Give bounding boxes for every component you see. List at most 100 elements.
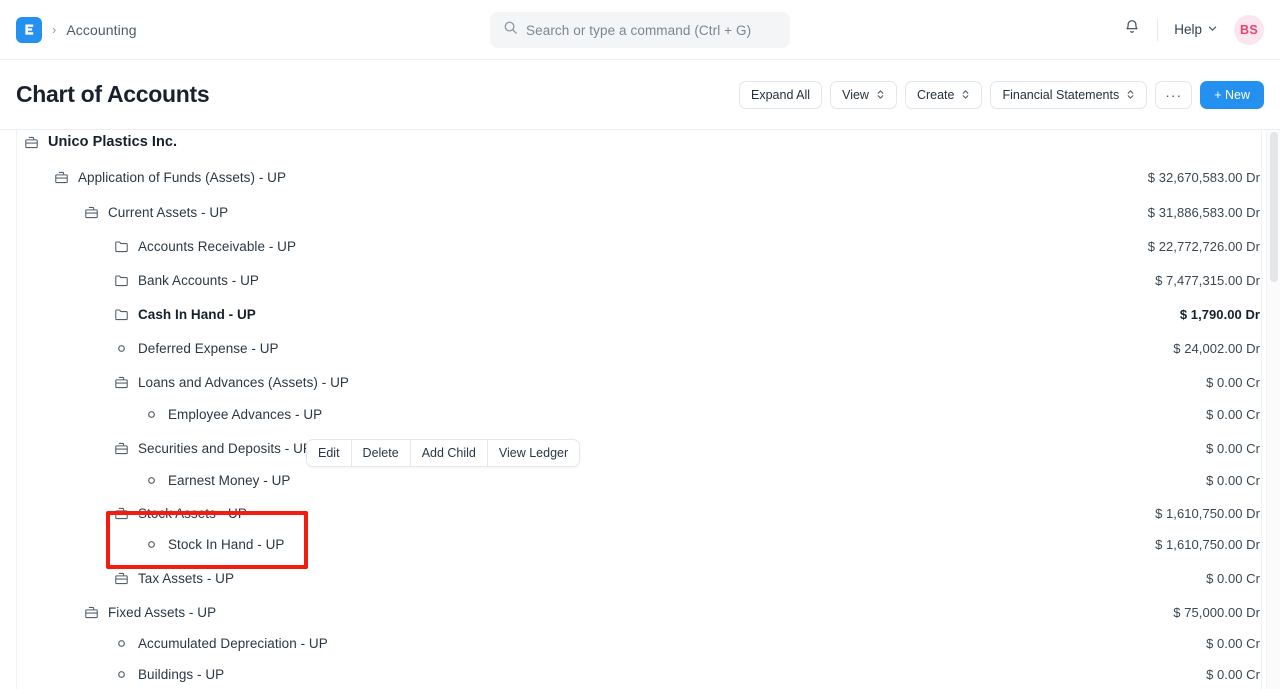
tree-row[interactable]: Tax Assets - UP $ 0.00 Cr xyxy=(16,563,1262,593)
erpnext-logo-icon[interactable] xyxy=(16,17,42,43)
folder-open-icon[interactable] xyxy=(84,205,99,220)
global-search[interactable]: Search or type a command (Ctrl + G) xyxy=(490,12,790,48)
tree-node-label: Employee Advances - UP xyxy=(168,407,322,422)
tree-node[interactable]: Stock Assets - UP xyxy=(112,504,251,523)
tree-node[interactable]: Application of Funds (Assets) - UP xyxy=(52,168,290,187)
folder-open-icon[interactable] xyxy=(114,375,129,390)
tree-node-balance: $ 0.00 Cr xyxy=(1206,667,1260,682)
leaf-circle-icon[interactable] xyxy=(114,667,129,682)
breadcrumb-separator-icon: › xyxy=(50,22,58,37)
tree-row[interactable]: Securities and Deposits - UP $ 0.00 Cr xyxy=(16,433,1262,463)
folder-closed-icon[interactable] xyxy=(114,307,129,322)
tree-row[interactable]: Deferred Expense - UP $ 24,002.00 Dr xyxy=(16,333,1262,363)
search-input[interactable]: Search or type a command (Ctrl + G) xyxy=(490,12,790,48)
new-button[interactable]: + New xyxy=(1200,81,1264,109)
tree-row[interactable]: Accumulated Depreciation - UP$ 0.00 Cr xyxy=(16,628,1262,658)
leaf-circle-icon[interactable] xyxy=(144,407,159,422)
notifications-button[interactable] xyxy=(1115,13,1149,47)
top-navbar: › Accounting Search or type a command (C… xyxy=(0,0,1280,60)
create-label: Create xyxy=(917,88,955,102)
create-button[interactable]: Create xyxy=(905,81,983,109)
help-menu-button[interactable]: Help xyxy=(1168,18,1224,41)
more-options-button[interactable]: ··· xyxy=(1155,81,1192,109)
tree-node-balance: $ 32,670,583.00 Dr xyxy=(1148,170,1260,185)
tree-node[interactable]: Bank Accounts - UP xyxy=(112,271,263,290)
tree-row[interactable]: Bank Accounts - UP$ 7,477,315.00 Dr xyxy=(16,265,1262,295)
tree-node-label: Earnest Money - UP xyxy=(168,473,290,488)
tree-node[interactable]: Buildings - UP xyxy=(112,665,228,684)
view-button[interactable]: View xyxy=(830,81,897,109)
tree-row[interactable]: Stock In Hand - UP $ 1,610,750.00 Dr xyxy=(16,529,1262,559)
folder-open-icon[interactable] xyxy=(114,506,129,521)
node-action-edit[interactable]: Edit xyxy=(307,440,352,466)
tree-node[interactable]: Earnest Money - UP xyxy=(142,471,294,490)
tree-row[interactable]: Cash In Hand - UP $ 1,790.00 Dr xyxy=(16,299,1262,329)
node-action-delete[interactable]: Delete xyxy=(352,440,411,466)
avatar[interactable]: BS xyxy=(1234,15,1264,45)
tree-node[interactable]: Accumulated Depreciation - UP xyxy=(112,634,332,653)
tree-node[interactable]: Loans and Advances (Assets) - UP xyxy=(112,373,353,392)
tree-row[interactable]: Earnest Money - UP $ 0.00 Cr xyxy=(16,465,1262,495)
tree-node[interactable]: Cash In Hand - UP xyxy=(112,305,260,324)
scrollbar-thumb[interactable] xyxy=(1270,132,1278,282)
view-label: View xyxy=(842,88,869,102)
tree-node-balance: $ 0.00 Cr xyxy=(1206,407,1260,422)
folder-open-icon[interactable] xyxy=(24,135,39,150)
tree-row[interactable]: Application of Funds (Assets) - UP $ 32,6… xyxy=(16,162,1262,192)
folder-open-icon[interactable] xyxy=(84,605,99,620)
tree-node[interactable]: Employee Advances - UP xyxy=(142,405,326,424)
folder-open-icon[interactable] xyxy=(114,441,129,456)
tree-row[interactable]: Current Assets - UP$ 31,886,583.00 Dr xyxy=(16,197,1262,227)
tree-node-balance: $ 0.00 Cr xyxy=(1206,473,1260,488)
folder-closed-icon[interactable] xyxy=(114,239,129,254)
tree-node[interactable]: Fixed Assets - UP xyxy=(82,603,220,622)
tree-node[interactable]: Stock In Hand - UP xyxy=(142,535,288,554)
tree-row[interactable]: Employee Advances - UP $ 0.00 Cr xyxy=(16,399,1262,429)
expand-all-button[interactable]: Expand All xyxy=(739,81,822,109)
tree-node-balance: $ 24,002.00 Dr xyxy=(1173,341,1260,356)
vertical-scrollbar[interactable] xyxy=(1266,130,1280,689)
tree-row[interactable]: Stock Assets - UP$ 1,610,750.00 Dr xyxy=(16,498,1262,528)
leaf-circle-icon[interactable] xyxy=(144,537,159,552)
bell-icon xyxy=(1123,18,1141,41)
folder-open-icon[interactable] xyxy=(54,170,69,185)
tree-node-label: Loans and Advances (Assets) - UP xyxy=(138,375,349,390)
node-action-toolbar[interactable]: EditDeleteAdd ChildView Ledger xyxy=(306,439,580,467)
tree-row[interactable]: Fixed Assets - UP $ 75,000.00 Dr xyxy=(16,597,1262,627)
folder-closed-icon[interactable] xyxy=(114,273,129,288)
breadcrumb-accounting[interactable]: Accounting xyxy=(66,22,136,38)
financial-statements-button[interactable]: Financial Statements xyxy=(990,81,1147,109)
node-action-view-ledger[interactable]: View Ledger xyxy=(488,440,579,466)
tree-node-balance: $ 75,000.00 Dr xyxy=(1173,605,1260,620)
chevron-down-icon xyxy=(1207,22,1218,37)
search-placeholder: Search or type a command (Ctrl + G) xyxy=(526,23,751,38)
leaf-circle-icon[interactable] xyxy=(144,473,159,488)
tree-node[interactable]: Accounts Receivable - UP xyxy=(112,237,300,256)
tree-node-label: Fixed Assets - UP xyxy=(108,605,216,620)
tree-node-balance: $ 0.00 Cr xyxy=(1206,441,1260,456)
tree-node-balance: $ 1,790.00 Dr xyxy=(1180,307,1260,322)
tree-node-label: Application of Funds (Assets) - UP xyxy=(78,170,286,185)
tree-node[interactable]: Unico Plastics Inc. xyxy=(22,132,181,152)
tree-node-balance: $ 0.00 Cr xyxy=(1206,375,1260,390)
tree-node-label: Accounts Receivable - UP xyxy=(138,239,296,254)
tree-node-label: Cash In Hand - UP xyxy=(138,307,256,322)
tree-node[interactable]: Deferred Expense - UP xyxy=(112,339,283,358)
tree-row[interactable]: Accounts Receivable - UP $ 22,772,726.00 … xyxy=(16,231,1262,261)
tree-node[interactable]: Current Assets - UP xyxy=(82,203,232,222)
navbar-divider xyxy=(1157,19,1158,41)
tree-row[interactable]: Buildings - UP $ 0.00 Cr xyxy=(16,659,1262,689)
tree-node[interactable]: Tax Assets - UP xyxy=(112,569,238,588)
tree-node-balance: $ 0.00 Cr xyxy=(1206,571,1260,586)
tree-node-label: Current Assets - UP xyxy=(108,205,228,220)
page-actions: Expand All View Create Financial Stateme… xyxy=(739,81,1264,109)
folder-open-icon[interactable] xyxy=(114,571,129,586)
tree-row[interactable]: Loans and Advances (Assets) - UP $ 0.00 C… xyxy=(16,367,1262,397)
tree-node[interactable]: Securities and Deposits - UP xyxy=(112,439,316,458)
tree-node-balance: $ 1,610,750.00 Dr xyxy=(1155,537,1260,552)
tree-row[interactable]: Unico Plastics Inc. xyxy=(16,130,1262,157)
leaf-circle-icon[interactable] xyxy=(114,636,129,651)
tree-node-balance: $ 22,772,726.00 Dr xyxy=(1148,239,1260,254)
leaf-circle-icon[interactable] xyxy=(114,341,129,356)
node-action-add-child[interactable]: Add Child xyxy=(411,440,488,466)
